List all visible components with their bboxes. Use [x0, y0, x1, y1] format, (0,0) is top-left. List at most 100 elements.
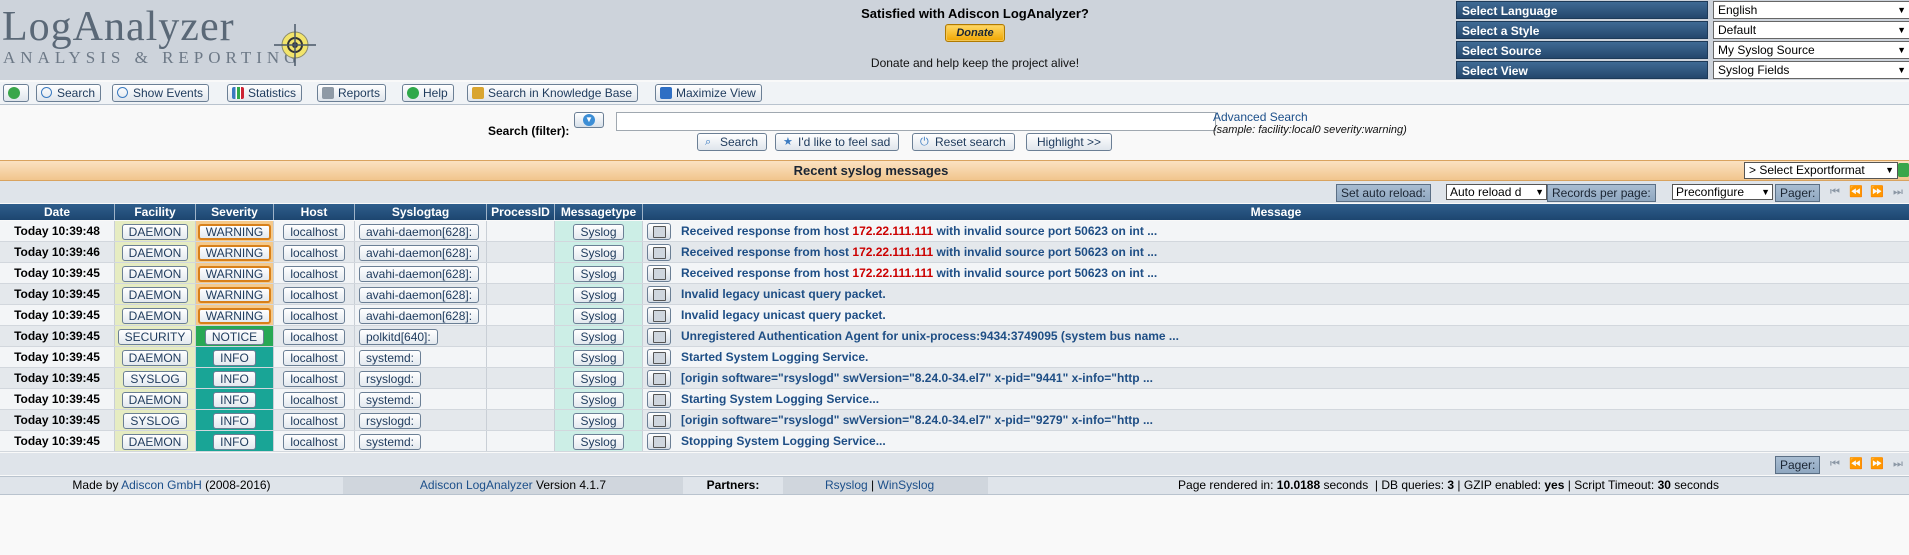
search-input[interactable] — [616, 112, 1216, 131]
language-select[interactable]: English ▼ — [1713, 1, 1909, 19]
message-link[interactable]: Received response from host 172.22.111.1… — [681, 242, 1157, 262]
severity-badge[interactable]: INFO — [213, 412, 256, 429]
message-link[interactable]: Started System Logging Service. — [681, 347, 868, 367]
syslogtag-badge[interactable]: avahi-daemon[628]: — [359, 244, 480, 261]
host-badge[interactable]: localhost — [283, 412, 345, 429]
search-button[interactable]: ⌕ Search — [697, 133, 768, 151]
table-row[interactable]: Today 10:39:45 SECURITY NOTICE localhost pol… — [0, 326, 1909, 347]
syslogtag-badge[interactable]: polkitd[640]: — [359, 328, 438, 345]
message-link[interactable]: Starting System Logging Service... — [681, 389, 879, 409]
table-row[interactable]: Today 10:39:45 DAEMON INFO localhost systemd… — [0, 431, 1909, 452]
syslogtag-badge[interactable]: avahi-daemon[628]: — [359, 286, 480, 303]
facility-badge[interactable]: DAEMON — [121, 244, 189, 261]
host-badge[interactable]: localhost — [283, 244, 345, 261]
message-details-icon[interactable] — [647, 391, 671, 408]
table-row[interactable]: Today 10:39:45 DAEMON INFO localhost systemd… — [0, 347, 1909, 368]
message-details-icon[interactable] — [647, 265, 671, 282]
severity-badge[interactable]: WARNING — [197, 244, 272, 261]
messagetype-badge[interactable]: Syslog — [573, 433, 624, 450]
severity-badge[interactable]: INFO — [213, 370, 256, 387]
previous-page-icon[interactable]: ⏪ — [1848, 457, 1864, 471]
column-header-syslogtag[interactable]: Syslogtag — [355, 204, 487, 220]
column-header-date[interactable]: Date — [0, 204, 115, 220]
syslogtag-badge[interactable]: avahi-daemon[628]: — [359, 265, 480, 282]
host-badge[interactable]: localhost — [283, 223, 345, 240]
syslogtag-badge[interactable]: systemd: — [359, 391, 422, 408]
facility-badge[interactable]: DAEMON — [121, 223, 189, 240]
column-header-facility[interactable]: Facility — [115, 204, 196, 220]
message-link[interactable]: Invalid legacy unicast query packet. — [681, 284, 886, 304]
message-link[interactable]: Received response from host 172.22.111.1… — [681, 263, 1157, 283]
facility-badge[interactable]: DAEMON — [121, 286, 189, 303]
severity-badge[interactable]: INFO — [213, 433, 256, 450]
message-details-icon[interactable] — [647, 223, 671, 240]
statistics-button[interactable]: Statistics — [227, 84, 303, 102]
table-row[interactable]: Today 10:39:45 SYSLOG INFO localhost rsyslog… — [0, 368, 1909, 389]
last-page-icon[interactable]: ⏭ — [1890, 185, 1906, 199]
home-button[interactable] — [3, 84, 29, 102]
view-select[interactable]: Syslog Fields ▼ — [1713, 61, 1909, 79]
message-link[interactable]: [origin software="rsyslogd" swVersion="8… — [681, 410, 1153, 430]
messagetype-badge[interactable]: Syslog — [573, 391, 624, 408]
column-header-host[interactable]: Host — [274, 204, 355, 220]
export-format-select[interactable]: > Select Exportformat ▼ — [1744, 162, 1898, 179]
reports-button[interactable]: Reports — [317, 84, 387, 102]
host-badge[interactable]: localhost — [283, 391, 345, 408]
severity-badge[interactable]: WARNING — [197, 286, 272, 303]
facility-badge[interactable]: DAEMON — [121, 307, 189, 324]
host-badge[interactable]: localhost — [283, 370, 345, 387]
column-header-severity[interactable]: Severity — [196, 204, 274, 220]
records-per-page-select[interactable]: Preconfigure ▼ — [1672, 184, 1773, 200]
severity-badge[interactable]: WARNING — [197, 265, 272, 282]
first-page-icon[interactable]: ⏮ — [1827, 185, 1843, 199]
host-badge[interactable]: localhost — [283, 265, 345, 282]
message-details-icon[interactable] — [647, 370, 671, 387]
auto-reload-select[interactable]: Auto reload d ▼ — [1446, 184, 1547, 200]
facility-badge[interactable]: DAEMON — [121, 391, 189, 408]
facility-badge[interactable]: DAEMON — [121, 349, 189, 366]
rsyslog-link[interactable]: Rsyslog — [825, 478, 868, 492]
last-page-icon[interactable]: ⏭ — [1890, 457, 1906, 471]
feel-sad-button[interactable]: ★ I'd like to feel sad — [775, 133, 900, 151]
facility-badge[interactable]: SECURITY — [117, 328, 193, 345]
message-details-icon[interactable] — [647, 328, 671, 345]
syslogtag-badge[interactable]: rsyslogd: — [359, 412, 422, 429]
facility-badge[interactable]: SYSLOG — [123, 370, 187, 387]
donate-button[interactable]: Donate — [945, 24, 1005, 42]
messagetype-badge[interactable]: Syslog — [573, 244, 624, 261]
loganalyzer-logo[interactable]: LogAnalyzer ANALYSIS & REPORTING — [2, 2, 322, 78]
syslogtag-badge[interactable]: systemd: — [359, 433, 422, 450]
host-badge[interactable]: localhost — [283, 433, 345, 450]
message-link[interactable]: Received response from host 172.22.111.1… — [681, 221, 1157, 241]
show-events-button[interactable]: Show Events — [112, 84, 210, 102]
winsyslog-link[interactable]: WinSyslog — [878, 478, 935, 492]
host-badge[interactable]: localhost — [283, 286, 345, 303]
source-select[interactable]: My Syslog Source ▼ — [1713, 41, 1909, 59]
previous-page-icon[interactable]: ⏪ — [1848, 185, 1864, 199]
column-header-message[interactable]: Message — [643, 204, 1909, 220]
message-link[interactable]: Stopping System Logging Service... — [681, 431, 886, 451]
facility-badge[interactable]: DAEMON — [121, 265, 189, 282]
table-row[interactable]: Today 10:39:45 DAEMON WARNING localhost avah… — [0, 305, 1909, 326]
syslogtag-badge[interactable]: rsyslogd: — [359, 370, 422, 387]
column-header-messagetype[interactable]: Messagetype — [555, 204, 643, 220]
messagetype-badge[interactable]: Syslog — [573, 286, 624, 303]
table-row[interactable]: Today 10:39:45 DAEMON WARNING localhost avah… — [0, 263, 1909, 284]
message-link[interactable]: Unregistered Authentication Agent for un… — [681, 326, 1179, 346]
product-link[interactable]: Adiscon LogAnalyzer — [420, 478, 533, 492]
host-badge[interactable]: localhost — [283, 328, 345, 345]
messagetype-badge[interactable]: Syslog — [573, 223, 624, 240]
message-details-icon[interactable] — [647, 349, 671, 366]
message-details-icon[interactable] — [647, 433, 671, 450]
next-page-icon[interactable]: ⏩ — [1869, 457, 1885, 471]
severity-badge[interactable]: INFO — [213, 391, 256, 408]
table-row[interactable]: Today 10:39:45 DAEMON WARNING localhost avah… — [0, 284, 1909, 305]
messagetype-badge[interactable]: Syslog — [573, 265, 624, 282]
help-button[interactable]: Help — [402, 84, 454, 102]
severity-badge[interactable]: INFO — [213, 349, 256, 366]
advanced-search-link[interactable]: Advanced Search — [1213, 110, 1308, 124]
severity-badge[interactable]: WARNING — [197, 307, 272, 324]
message-details-icon[interactable] — [647, 244, 671, 261]
search-options-dropdown[interactable]: ▼ — [574, 112, 604, 128]
table-row[interactable]: Today 10:39:45 DAEMON INFO localhost systemd… — [0, 389, 1909, 410]
